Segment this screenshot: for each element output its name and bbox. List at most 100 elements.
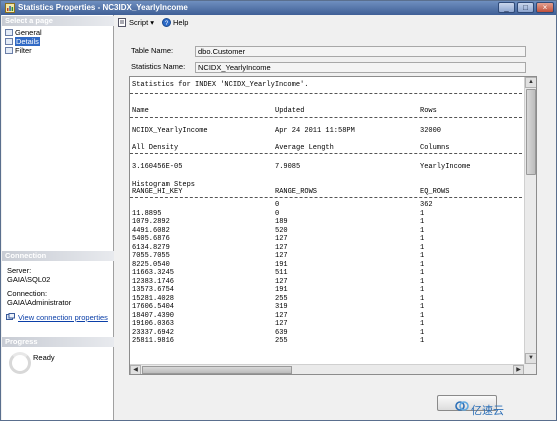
progress-header: Progress: [2, 337, 114, 347]
page-icon: [5, 38, 13, 45]
script-icon: [118, 18, 126, 27]
page-item-label: Filter: [15, 46, 32, 55]
range-rows-cell: 511: [275, 269, 288, 277]
statistics-results-panel[interactable]: Statistics for INDEX 'NCIDX_YearlyIncome…: [129, 76, 537, 375]
eq-rows-cell: 1: [420, 252, 425, 260]
info-updated: Apr 24 2011 11:58PM: [275, 127, 355, 135]
help-icon: ?: [162, 18, 171, 27]
range-rows-cell: 255: [275, 337, 288, 345]
range-rows-cell: 319: [275, 303, 288, 311]
eq-rows-cell: 1: [420, 209, 425, 218]
range-hi-key-cell: 12383.1746: [132, 277, 175, 286]
range-rows-cell: 639: [275, 328, 288, 337]
eq-rows-cell: 1: [420, 226, 425, 235]
minimize-button[interactable]: _: [498, 2, 515, 13]
range-hi-key-cell: 17606.5404: [132, 303, 175, 311]
scroll-up-button[interactable]: ▲: [525, 77, 536, 88]
density-value: 3.160456E-05: [132, 163, 183, 171]
vertical-scrollbar[interactable]: ▲ ▼: [524, 77, 536, 364]
close-button[interactable]: ×: [536, 2, 554, 13]
connection-label: Connection:: [7, 289, 48, 298]
density-header-columns: Columns: [420, 144, 450, 152]
eq-rows-cell: 1: [420, 269, 425, 277]
histogram-header-eq-rows: EQ_ROWS: [420, 188, 450, 196]
toolbar: Script ▾ ? Help: [115, 15, 556, 31]
range-hi-key-cell: 7055.7055: [132, 252, 170, 260]
maximize-button[interactable]: □: [517, 2, 534, 13]
results-heading: Statistics for INDEX 'NCIDX_YearlyIncome…: [132, 81, 309, 89]
script-button[interactable]: Script ▾: [118, 18, 154, 27]
connection-link-icon: [6, 313, 15, 320]
columns-value: YearlyIncome: [420, 163, 471, 171]
range-rows-cell: 191: [275, 260, 288, 269]
progress-icon: [9, 352, 31, 374]
eq-rows-cell: 362: [420, 201, 433, 209]
eq-rows-cell: 1: [420, 286, 425, 294]
range-rows-cell: 520: [275, 226, 288, 235]
statistics-name-label: Statistics Name:: [131, 62, 186, 71]
eq-rows-cell: 1: [420, 235, 425, 243]
window-icon: [5, 3, 15, 13]
eq-rows-cell: 1: [420, 311, 425, 320]
table-name-label: Table Name:: [131, 46, 174, 55]
statistics-properties-window: Statistics Properties - NC3IDX_YearlyInc…: [0, 0, 557, 421]
range-hi-key-cell: 25811.9816: [132, 337, 175, 345]
range-rows-cell: 0: [275, 209, 280, 218]
scroll-left-button[interactable]: ◀: [130, 365, 141, 374]
range-hi-key-cell: 23337.6942: [132, 328, 175, 337]
header-rows: Rows: [420, 107, 437, 115]
range-rows-cell: 255: [275, 294, 288, 303]
help-button[interactable]: ? Help: [162, 18, 188, 27]
range-hi-key-cell: 11.8895: [132, 209, 162, 218]
help-label: Help: [173, 18, 189, 27]
range-hi-key-cell: 18407.4390: [132, 311, 175, 320]
range-rows-cell: 0: [275, 201, 280, 209]
window-title: Statistics Properties - NC3IDX_YearlyInc…: [18, 3, 188, 12]
range-rows-cell: 127: [275, 252, 288, 260]
page-item-label: General: [15, 28, 42, 37]
connection-header: Connection: [2, 251, 114, 261]
eq-rows-cell: 1: [420, 303, 425, 311]
results-content: Statistics for INDEX 'NCIDX_YearlyIncome…: [130, 77, 524, 364]
separator: [130, 153, 522, 154]
header-name: Name: [132, 107, 149, 115]
separator: [130, 117, 522, 118]
range-hi-key-cell: 5405.6876: [132, 235, 170, 243]
page-item-general[interactable]: General: [5, 28, 105, 37]
view-connection-properties-link[interactable]: View connection properties: [18, 313, 108, 322]
vertical-scroll-thumb[interactable]: [526, 89, 536, 175]
page-icon: [5, 29, 13, 36]
server-value: GAIA\SQL02: [7, 275, 51, 284]
average-length-value: 7.9085: [275, 163, 301, 171]
eq-rows-cell: 1: [420, 218, 425, 226]
info-rows: 32000: [420, 127, 442, 135]
scrollbar-corner: [524, 364, 536, 374]
range-hi-key-cell: 4491.6082: [132, 226, 170, 235]
statistics-name-field[interactable]: NCIDX_YearlyIncome: [195, 62, 526, 73]
eq-rows-cell: 1: [420, 243, 425, 252]
horizontal-scroll-thumb[interactable]: [142, 366, 292, 374]
range-rows-cell: 127: [275, 311, 288, 320]
range-rows-cell: 127: [275, 277, 288, 286]
scroll-down-button[interactable]: ▼: [525, 353, 536, 364]
range-hi-key-cell: 15281.4028: [132, 294, 175, 303]
page-item-filter[interactable]: Filter: [5, 46, 105, 55]
scroll-right-button[interactable]: ▶: [513, 365, 524, 374]
eq-rows-cell: 1: [420, 294, 425, 303]
table-name-field[interactable]: dbo.Customer: [195, 46, 526, 57]
page-item-label: Details: [15, 37, 40, 46]
progress-status: Ready: [33, 353, 55, 362]
script-label: Script: [129, 18, 149, 27]
page-item-details[interactable]: Details: [5, 37, 105, 46]
range-hi-key-cell: 11663.3245: [132, 269, 175, 277]
range-hi-key-cell: 19106.0363: [132, 320, 175, 328]
range-rows-cell: 127: [275, 320, 288, 328]
eq-rows-cell: 1: [420, 320, 425, 328]
separator: [130, 197, 522, 198]
horizontal-scrollbar[interactable]: ◀ ▶: [130, 364, 524, 374]
range-hi-key-cell: 6134.8279: [132, 243, 170, 252]
range-hi-key-cell: 13573.6754: [132, 286, 175, 294]
connection-value: GAIA\Administrator: [7, 298, 72, 307]
range-rows-cell: 191: [275, 286, 288, 294]
histogram-header-range-rows: RANGE_ROWS: [275, 188, 318, 196]
